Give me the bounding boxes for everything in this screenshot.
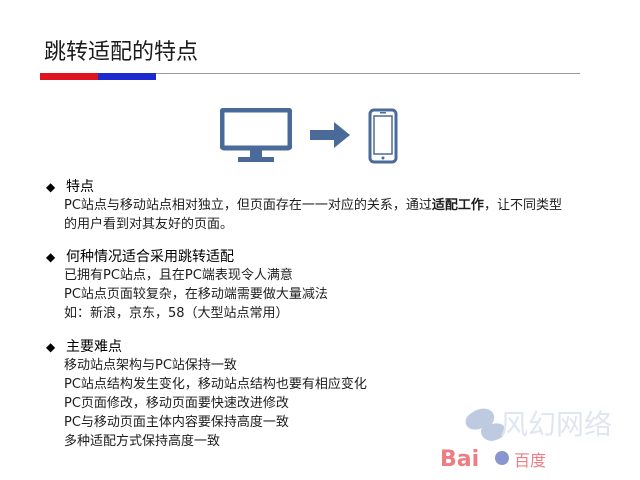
diamond-bullet-icon: ◆ [46, 340, 56, 354]
smartphone-icon [368, 108, 398, 164]
section-when-to-use: ◆ 何种情况适合采用跳转适配 已拥有PC站点，且在PC端表现令人满意 PC站点页… [46, 248, 586, 323]
section-heading-text: 何种情况适合采用跳转适配 [66, 249, 234, 265]
accent-bar-red [40, 73, 98, 80]
section-heading-text: 特点 [66, 179, 94, 195]
desktop-monitor-icon [220, 108, 292, 162]
section-heading-text: 主要难点 [66, 339, 122, 355]
list-item: 已拥有PC站点，且在PC端表现令人满意 [64, 268, 293, 283]
diamond-bullet-icon: ◆ [46, 250, 56, 264]
right-arrow-icon [310, 122, 350, 148]
section-paragraph: PC站点与移动站点相对独立，但页面存在一一对应的关系，通过适配工作，让不同类型的… [64, 196, 564, 234]
section-heading: ◆ 主要难点 [46, 338, 586, 356]
section-heading: ◆ 特点 [46, 178, 586, 196]
section-features: ◆ 特点 PC站点与移动站点相对独立，但页面存在一一对应的关系，通过适配工作，让… [46, 178, 586, 234]
section-heading: ◆ 何种情况适合采用跳转适配 [46, 248, 586, 266]
list-item: PC站点页面较复杂，在移动端需要做大量减法 [64, 287, 328, 302]
watermark-cursive-text: 风幻网络 [500, 408, 612, 441]
diamond-bullet-icon: ◆ [46, 180, 56, 194]
watermark-brand: Bai [440, 447, 479, 472]
device-illustration [220, 108, 410, 168]
accent-bar-blue [98, 73, 156, 80]
watermark-logo: 风幻网络 Bai 百度 [430, 394, 630, 474]
list-item: PC站点结构发生变化，移动站点结构也要有相应变化 [64, 377, 367, 392]
paragraph-text: PC站点与移动站点相对独立，但页面存在一一对应的关系，通过 [64, 198, 432, 213]
list-item: 如：新浪，京东，58（大型站点常用） [64, 306, 289, 321]
watermark-graphic: 风幻网络 Bai 百度 [440, 408, 612, 472]
list-item: 移动站点架构与PC站保持一致 [64, 358, 237, 373]
page-title: 跳转适配的特点 [44, 40, 199, 65]
paragraph-emphasis: 适配工作 [431, 198, 484, 213]
watermark-brand-cn: 百度 [514, 451, 546, 470]
